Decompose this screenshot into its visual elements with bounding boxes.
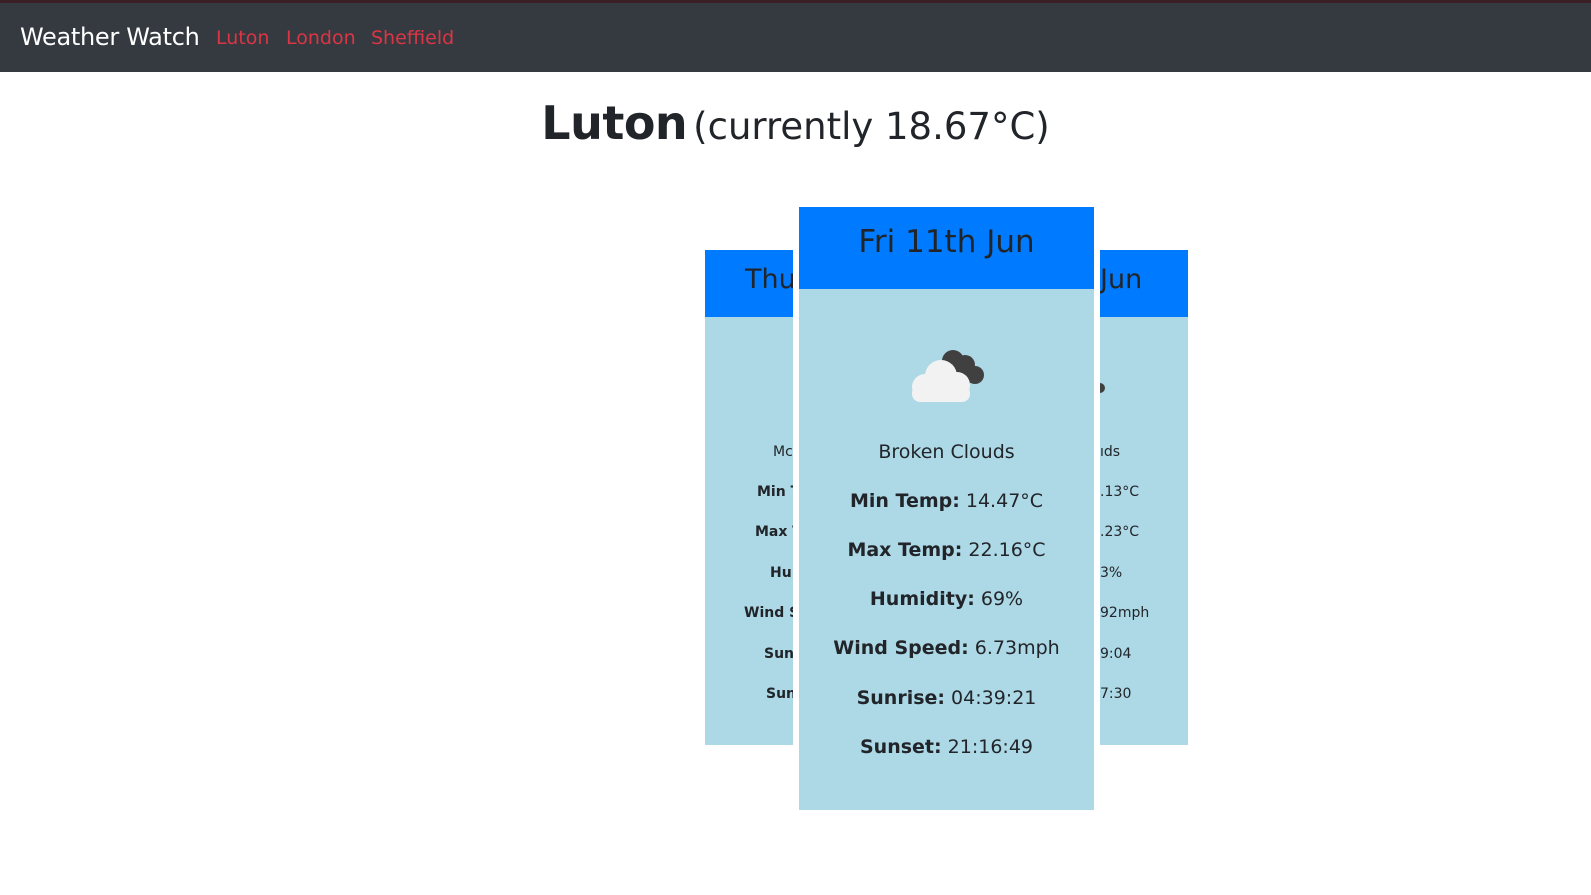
forecast-card-prev[interactable]: Thu Mc Min T Max T Hu Wind S Sun Sun: [705, 250, 793, 745]
card-description: Mc: [773, 444, 793, 460]
card-row: Sun: [764, 646, 793, 662]
row-value: 04:39:21: [945, 687, 1037, 709]
card-row: Max T: [755, 524, 793, 540]
card-date: Fri 11th Jun: [799, 207, 1094, 289]
card-row: Sun: [766, 686, 793, 702]
card-row: Hu: [770, 565, 792, 581]
card-row-min-temp: Min Temp: 14.47°C: [799, 490, 1094, 512]
row-value: 14.47°C: [959, 490, 1044, 512]
card-date: Jun: [1100, 250, 1188, 317]
navbar: Weather Watch Luton London Sheffield: [0, 3, 1591, 72]
broken-clouds-icon: [912, 350, 984, 402]
card-row: 92mph: [1100, 605, 1150, 621]
forecast-card-current[interactable]: Fri 11th Jun Broken Clouds Min Temp: 14.…: [799, 207, 1094, 810]
page-title: Luton (currently 18.67°C): [0, 96, 1591, 150]
row-label: Wind Speed:: [833, 637, 969, 659]
card-description: ıds: [1100, 444, 1121, 460]
row-value: 22.16°C: [962, 539, 1046, 561]
nav-link-london[interactable]: London: [286, 27, 356, 49]
brand[interactable]: Weather Watch: [20, 23, 200, 51]
card-row: .23°C: [1100, 524, 1140, 540]
card-row-wind-speed: Wind Speed: 6.73mph: [799, 637, 1094, 659]
row-label: Min Temp:: [849, 490, 960, 512]
card-row: .13°C: [1100, 484, 1140, 500]
cloud-icon: [1100, 383, 1105, 393]
row-value: 69%: [974, 588, 1024, 610]
row-value: 21:16:49: [941, 736, 1033, 758]
city-name: Luton: [541, 96, 688, 150]
card-row-sunset: Sunset: 21:16:49: [799, 736, 1094, 758]
nav-link-luton[interactable]: Luton: [216, 27, 269, 49]
card-description: Broken Clouds: [878, 441, 1015, 463]
card-row: 3%: [1100, 565, 1123, 581]
row-label: Sunset:: [860, 736, 942, 758]
card-row: 9:04: [1100, 646, 1132, 662]
row-label: Sunrise:: [856, 687, 946, 709]
forecast-card-next[interactable]: Jun ıds .13°C .23°C 3% 92mph 9:04 7:30: [1100, 250, 1188, 745]
card-row: Min T: [757, 484, 793, 500]
card-row-sunrise: Sunrise: 04:39:21: [799, 687, 1094, 709]
row-label: Humidity:: [869, 588, 975, 610]
nav-link-sheffield[interactable]: Sheffield: [371, 27, 454, 49]
current-temp: (currently 18.67°C): [693, 105, 1050, 148]
row-label: Max Temp:: [847, 539, 963, 561]
card-row-max-temp: Max Temp: 22.16°C: [799, 539, 1094, 561]
row-value: 6.73mph: [968, 637, 1060, 659]
card-row: Wind S: [744, 605, 793, 621]
card-row-humidity: Humidity: 69%: [799, 588, 1094, 610]
card-date: Thu: [705, 250, 793, 317]
card-row: 7:30: [1100, 686, 1132, 702]
